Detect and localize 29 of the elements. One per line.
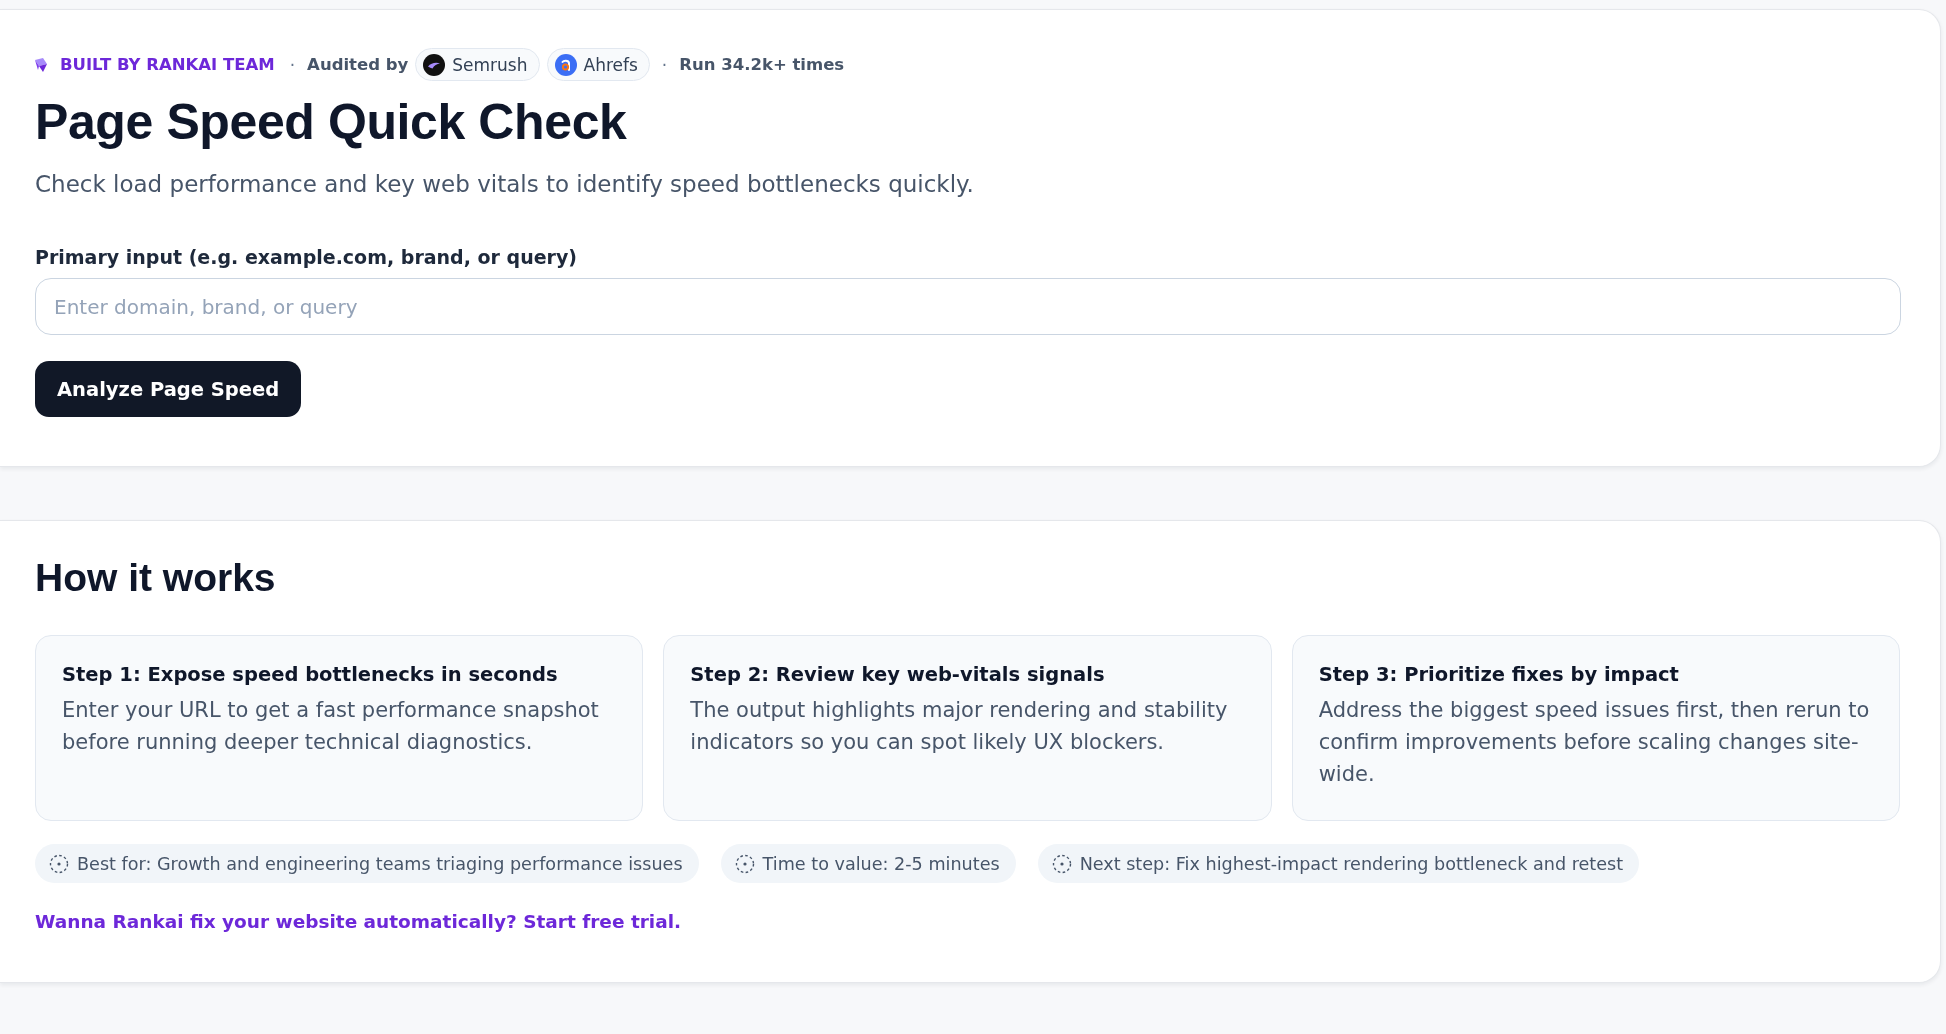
chip-text: Next step: Fix highest-impact rendering bottleneck and retest [1079,853,1624,874]
chip-text: Best for: Growth and engineering teams triaging performance issues [77,853,683,874]
brand-mark-icon [35,57,47,72]
round-logo-icon [554,53,577,76]
input-field[interactable]: Enter domain, brand, or query [35,278,1901,335]
step-description: Enter your URL to get a fast performance snapshot before running deeper technical diagnostics. [62,697,600,756]
swoosh-logo-icon [423,53,446,76]
meta-text: Audited by [307,55,409,74]
auditor-name: Semrush [452,54,528,75]
step-description: Address the biggest speed issues first, then rerun to confirm improvements before scaling changes site-wide. [1318,697,1871,788]
auditor-name: Ahrefs [583,54,638,75]
page-subtitle: Check load performance and key web vitals to identify speed bottlenecks quickly. [35,170,975,199]
separator-dot: · [661,54,668,75]
dashed-circle-icon [734,853,755,874]
field-label: Primary input (e.g. example.com, brand, or query) [35,245,579,270]
separator-dot: · [289,54,296,75]
section-title: How it works [35,556,277,600]
chip-text: Time to value: 2-5 minutes [762,853,1000,874]
step-title: Step 2: Review key web-vitals signals [690,662,1106,688]
step-description: The output highlights major rendering and stability indicators so you can spot likely UX blockers. [690,697,1229,756]
page-title: Page Speed Quick Check [35,94,628,150]
step-title: Step 1: Expose speed bottlenecks in seconds [62,662,559,688]
analyze-button[interactable]: Analyze Page Speed [35,361,302,417]
dashed-circle-icon [1051,853,1072,874]
meta-text: Run 34.2k+ times [679,55,845,74]
dashed-circle-icon [49,853,69,874]
step-title: Step 3: Prioritize fixes by impact [1318,662,1680,688]
brand-label: BUILT BY RANKAI TEAM [60,55,275,74]
trial-link[interactable]: Wanna Rankai fix your website automatically? Start free trial. [35,908,682,936]
